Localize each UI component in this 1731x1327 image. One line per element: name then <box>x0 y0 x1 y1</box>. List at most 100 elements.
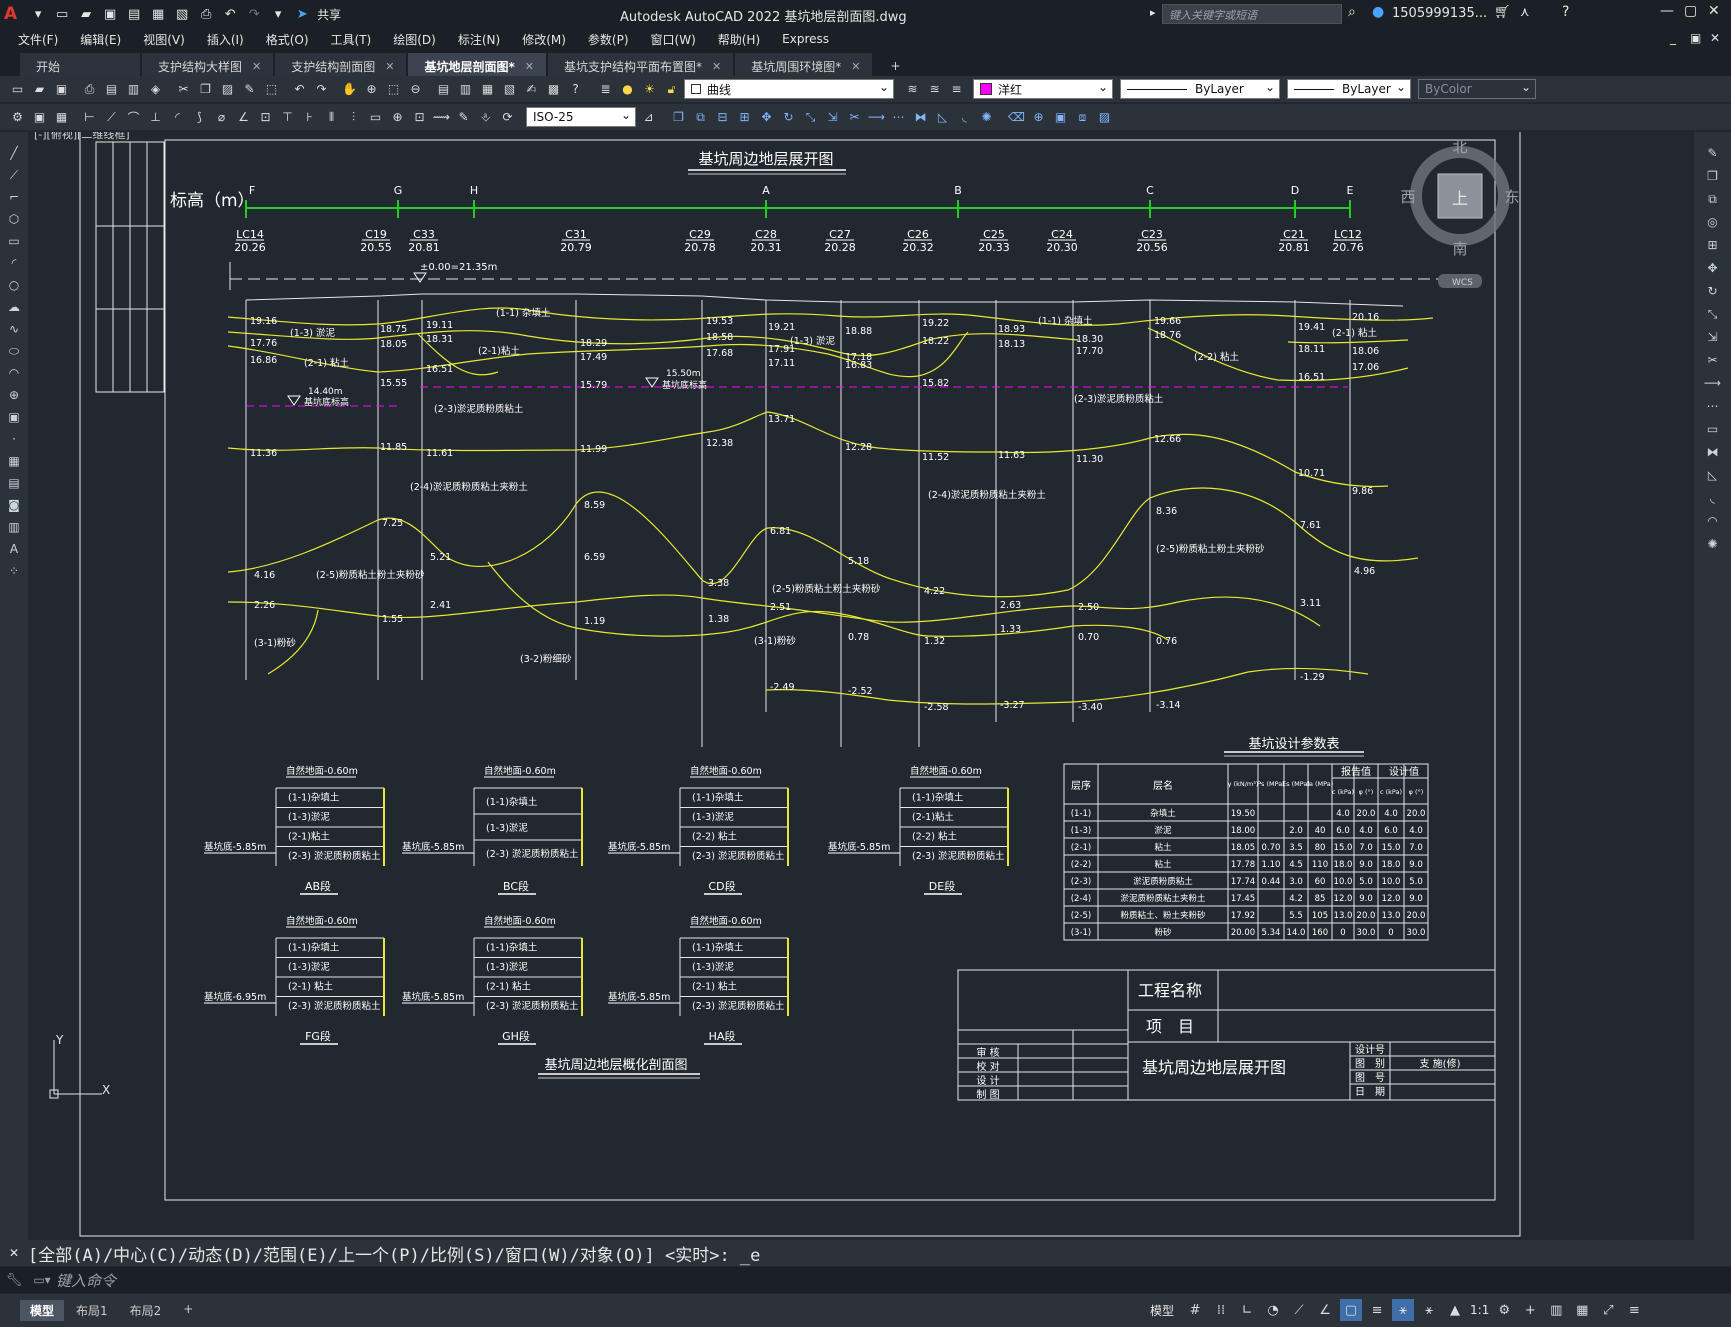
block-editor-icon[interactable]: ⬚ <box>262 80 281 99</box>
stretch-icon[interactable]: ⇲ <box>823 108 842 127</box>
autocad-logo[interactable]: A <box>4 4 17 24</box>
tab-support-detail[interactable]: 支护结构大样图 ✕ <box>142 53 274 76</box>
menu-dimension[interactable]: 标注(N) <box>447 31 511 48</box>
autodesk-app-icon[interactable]: ⋏ <box>1520 5 1530 20</box>
baseline-dim-icon[interactable]: ⊤ <box>278 108 297 127</box>
aligned-dim-icon[interactable]: ⟋ <box>102 108 121 127</box>
continue-dim-icon[interactable]: ⊦ <box>300 108 319 127</box>
region-icon[interactable]: ◙ <box>4 496 24 514</box>
command-menu-icon[interactable]: ▭▾ <box>28 1273 56 1287</box>
polar-icon[interactable]: ◔ <box>1262 1299 1284 1321</box>
extend-icon[interactable]: ⟶ <box>867 108 886 127</box>
new-icon[interactable]: ▭ <box>53 5 71 23</box>
array-icon[interactable]: ⊞ <box>1703 236 1723 254</box>
menu-tools[interactable]: 工具(T) <box>320 31 383 48</box>
cart-icon[interactable]: 🛒︎ <box>1494 5 1511 20</box>
ortho-icon[interactable]: ∟ <box>1236 1299 1258 1321</box>
copy-icon[interactable]: ❐ <box>1703 167 1723 185</box>
isodraft-icon[interactable]: ⟋ <box>1288 1299 1310 1321</box>
wcs-label[interactable]: WCS <box>1452 278 1473 288</box>
new-tab-button[interactable]: + <box>874 53 912 76</box>
customize-icon[interactable]: ≡ <box>1623 1299 1645 1321</box>
blend-icon[interactable]: ◠ <box>1703 512 1723 530</box>
zoom-window-icon[interactable]: ⬚ <box>384 80 403 99</box>
color-dropdown[interactable]: 洋红 <box>973 79 1113 99</box>
move-icon[interactable]: ✥ <box>757 108 776 127</box>
menu-modify[interactable]: 修改(M) <box>511 31 577 48</box>
tab-start[interactable]: 开始 <box>20 53 140 76</box>
pan-icon[interactable]: ✋ <box>340 80 359 99</box>
osnap-icon[interactable]: ▢ <box>1340 1299 1363 1321</box>
layout-tab-2[interactable]: 布局2 <box>120 1300 172 1321</box>
menu-edit[interactable]: 编辑(E) <box>69 31 132 48</box>
tab-environment[interactable]: 基坑周围环境图* ✕ <box>735 53 873 76</box>
layer-previous-icon[interactable]: ≊ <box>925 80 944 99</box>
preview-icon[interactable]: ▤ <box>102 80 121 99</box>
layout-tab-1[interactable]: 布局1 <box>66 1300 118 1321</box>
revcloud-icon[interactable]: ☁ <box>4 298 24 316</box>
rotate-icon[interactable]: ↻ <box>779 108 798 127</box>
close-icon[interactable]: ✕ <box>252 60 261 73</box>
paste-icon[interactable]: ▨ <box>218 80 237 99</box>
diameter-dim-icon[interactable]: ⌀ <box>212 108 231 127</box>
match-prop-icon[interactable]: ✎ <box>240 80 259 99</box>
dim-break-icon[interactable]: ⫶ <box>344 108 363 127</box>
search-input[interactable]: 键入关键字或短语 <box>1162 4 1342 24</box>
sheet-set-icon[interactable]: ▧ <box>500 80 519 99</box>
plus-icon[interactable]: + <box>1519 1299 1541 1321</box>
lineweight-dropdown[interactable]: ByLayer <box>1287 79 1411 99</box>
minimize-button[interactable]: — <box>1660 3 1674 19</box>
xref-icon[interactable]: ⧈ <box>1073 108 1092 127</box>
mirror-icon[interactable]: ⧉ <box>691 108 710 127</box>
redo-icon[interactable]: ↷ <box>312 80 331 99</box>
plotstyle-dropdown[interactable]: ByColor <box>1418 79 1536 99</box>
properties-icon[interactable]: ▤ <box>434 80 453 99</box>
offset-icon[interactable]: ◎ <box>1703 213 1723 231</box>
radius-dim-icon[interactable]: ◜ <box>168 108 187 127</box>
arc-icon[interactable]: ◜ <box>4 254 24 272</box>
offset-icon[interactable]: ⊟ <box>713 108 732 127</box>
doc-close-button[interactable]: ✕ <box>1710 31 1720 45</box>
settings-icon[interactable]: ⚙ <box>1493 1299 1515 1321</box>
layer-states-icon[interactable]: ≡ <box>947 80 966 99</box>
tab-support-section[interactable]: 支护结构剖面图 ✕ <box>275 53 407 76</box>
workspace-icon[interactable]: ⚙ <box>8 108 27 127</box>
dim-space-icon[interactable]: ⫴ <box>322 108 341 127</box>
help-icon[interactable]: ? <box>566 80 585 99</box>
osnap-track-icon[interactable]: ∠ <box>1314 1299 1336 1321</box>
user-icon[interactable]: ● <box>1372 4 1384 20</box>
open-icon[interactable]: ▰ <box>77 5 95 23</box>
layer-walk-icon[interactable]: ▣ <box>30 108 49 127</box>
layer-dropdown[interactable]: 曲线 <box>684 79 894 99</box>
tolerance-icon[interactable]: ▭ <box>366 108 385 127</box>
polygon-icon[interactable]: ⬡ <box>4 210 24 228</box>
erase-icon[interactable]: ⌫ <box>1007 108 1026 127</box>
design-center-icon[interactable]: ▥ <box>456 80 475 99</box>
search-icon[interactable]: ⌕ <box>1348 4 1356 20</box>
new-icon[interactable]: ▭ <box>8 80 27 99</box>
linear-dim-icon[interactable]: ⊢ <box>80 108 99 127</box>
share-label[interactable]: 共享 <box>317 6 341 23</box>
save-icon[interactable]: ▣ <box>52 80 71 99</box>
ellipse-icon[interactable]: ⬭ <box>4 342 24 360</box>
open-icon[interactable]: ▰ <box>30 80 49 99</box>
fullscreen-icon[interactable]: ⤢ <box>1597 1299 1619 1321</box>
linetype-dropdown[interactable]: ByLayer <box>1120 79 1280 99</box>
annotation-scale-icon[interactable]: ▲ <box>1444 1299 1466 1321</box>
grid-icon[interactable]: # <box>1184 1299 1206 1321</box>
tab-strata-section[interactable]: 基坑地层剖面图* ✕ <box>408 53 546 76</box>
mirror-icon[interactable]: ⧉ <box>1703 190 1723 208</box>
join-icon[interactable]: ⧓ <box>1703 443 1723 461</box>
save-as-icon[interactable]: ▤ <box>125 5 143 23</box>
viewcube-east[interactable]: 东 <box>1504 188 1519 206</box>
dim-edit-icon[interactable]: ✎ <box>454 108 473 127</box>
layer-thaw-icon[interactable]: ☀ <box>640 80 659 99</box>
quick-dim-icon[interactable]: ⊡ <box>256 108 275 127</box>
point-icon[interactable]: · <box>4 430 24 448</box>
fillet-icon[interactable]: ◟ <box>1703 489 1723 507</box>
redo-icon[interactable]: ↷ <box>245 5 263 23</box>
dim-update-icon[interactable]: ⟳ <box>498 108 517 127</box>
close-icon[interactable]: ✕ <box>712 60 721 73</box>
annotation-scale-value[interactable]: 1:1 <box>1470 1303 1489 1317</box>
close-icon[interactable]: ✕ <box>851 60 860 73</box>
